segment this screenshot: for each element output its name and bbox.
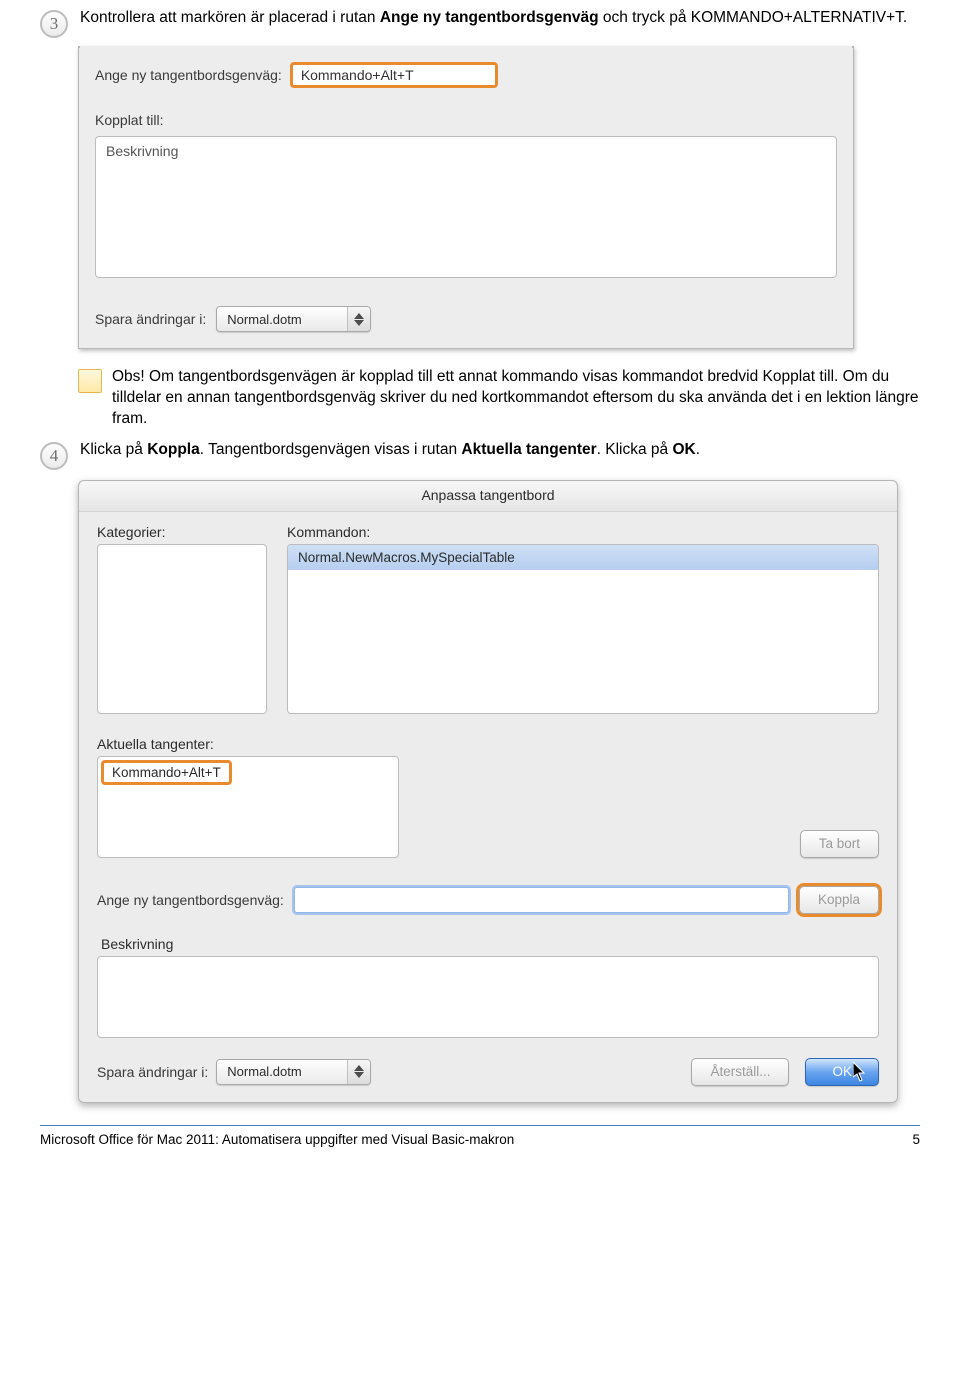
step-3-pre: Kontrollera att markören är placerad i r… xyxy=(80,9,380,26)
save-changes-label: Spara ändringar i: xyxy=(95,311,206,327)
step-4-mid: . Tangentbordsgenvägen visas i rutan xyxy=(200,441,462,458)
step-4-text: Klicka på Koppla. Tangentbordsgenvägen v… xyxy=(80,440,920,461)
step-4-badge: 4 xyxy=(40,442,68,470)
footer-rule xyxy=(40,1125,920,1126)
dialog-title: Anpassa tangentbord xyxy=(79,481,897,512)
ok-button[interactable]: OK xyxy=(805,1058,879,1086)
current-keys-label: Aktuella tangenter: xyxy=(97,736,399,752)
description-label: Beskrivning xyxy=(97,936,879,952)
note-icon xyxy=(78,369,102,393)
chevron-updown-icon xyxy=(347,307,370,331)
current-keys-highlight: Kommando+Alt+T xyxy=(101,760,232,785)
current-keys-area: Aktuella tangenter: Kommando+Alt+T Ta bo… xyxy=(97,736,879,858)
note-row: Obs! Om tangentbordsgenvägen är kopplad … xyxy=(78,367,920,430)
step-3-text: Kontrollera att markören är placerad i r… xyxy=(80,8,920,29)
step-4-pre: Klicka på xyxy=(80,441,147,458)
commands-selected-item[interactable]: Normal.NewMacros.MySpecialTable xyxy=(288,545,878,570)
chevron-updown-icon xyxy=(347,1060,370,1084)
assign-button-highlight[interactable]: Koppla xyxy=(799,886,879,914)
categories-commands-row: Kategorier: Kommandon: Normal.NewMacros.… xyxy=(97,524,879,714)
shortcut-row: Ange ny tangentbordsgenväg: Kommando+Alt… xyxy=(95,62,837,88)
note-obs: Obs! xyxy=(112,368,145,385)
screenshot-customize-keyboard-dialog: Anpassa tangentbord Kategorier: Kommando… xyxy=(78,480,898,1103)
footer-page-number: 5 xyxy=(912,1132,920,1147)
save-changes-value-2: Normal.dotm xyxy=(217,1060,347,1084)
save-changes-label-2: Spara ändringar i: xyxy=(97,1064,208,1080)
step-4-b1: Koppla xyxy=(147,441,200,458)
note-text: Obs! Om tangentbordsgenvägen är kopplad … xyxy=(112,367,920,430)
save-changes-combo[interactable]: Normal.dotm xyxy=(216,306,371,332)
shortcut-label: Ange ny tangentbordsgenväg: xyxy=(95,67,282,83)
save-changes-value: Normal.dotm xyxy=(217,307,347,331)
categories-label: Kategorier: xyxy=(97,524,267,540)
reset-button[interactable]: Återställ... xyxy=(691,1058,789,1086)
commands-listbox[interactable]: Normal.NewMacros.MySpecialTable xyxy=(287,544,879,714)
dialog-bottom-row: Spara ändringar i: Normal.dotm Återställ… xyxy=(97,1058,879,1086)
linked-to-label: Kopplat till: xyxy=(95,112,837,128)
save-changes-combo-2[interactable]: Normal.dotm xyxy=(216,1059,371,1085)
note-b1: Kopplat till xyxy=(763,368,835,385)
cropped-top-edge xyxy=(79,46,853,48)
save-changes-row: Spara ändringar i: Normal.dotm xyxy=(95,306,837,332)
remove-button[interactable]: Ta bort xyxy=(800,830,879,858)
screenshot-shortcut-fragment: Ange ny tangentbordsgenväg: Kommando+Alt… xyxy=(78,46,854,349)
description-area: Beskrivning xyxy=(97,936,879,1038)
current-keys-listbox[interactable]: Kommando+Alt+T xyxy=(97,756,399,858)
assign-shortcut-label: Ange ny tangentbordsgenväg: xyxy=(97,892,284,908)
description-title: Beskrivning xyxy=(106,143,178,159)
shortcut-field-highlight[interactable]: Kommando+Alt+T xyxy=(290,62,498,88)
page-footer: Microsoft Office för Mac 2011: Automatis… xyxy=(0,1132,960,1165)
description-box: Beskrivning xyxy=(95,136,837,278)
description-box-2 xyxy=(97,956,879,1038)
commands-label: Kommandon: xyxy=(287,524,879,540)
step-3: 3 Kontrollera att markören är placerad i… xyxy=(40,8,920,38)
step-4-b2: Aktuella tangenter xyxy=(461,441,596,458)
note-t1: Om tangentbordsgenvägen är kopplad till … xyxy=(145,368,763,385)
footer-text: Microsoft Office för Mac 2011: Automatis… xyxy=(40,1132,514,1147)
step-4: 4 Klicka på Koppla. Tangentbordsgenvägen… xyxy=(40,440,920,470)
step-4-b3: OK xyxy=(672,441,695,458)
step-3-post: och tryck på KOMMANDO+ALTERNATIV+T. xyxy=(599,9,908,26)
step-3-bold: Ange ny tangentbordsgenväg xyxy=(380,9,599,26)
step-3-badge: 3 xyxy=(40,10,68,38)
assign-shortcut-input[interactable] xyxy=(294,887,789,913)
assign-shortcut-row: Ange ny tangentbordsgenväg: Koppla xyxy=(97,886,879,914)
step-4-end: . xyxy=(696,441,700,458)
step-4-mid2: . Klicka på xyxy=(597,441,673,458)
categories-listbox[interactable] xyxy=(97,544,267,714)
